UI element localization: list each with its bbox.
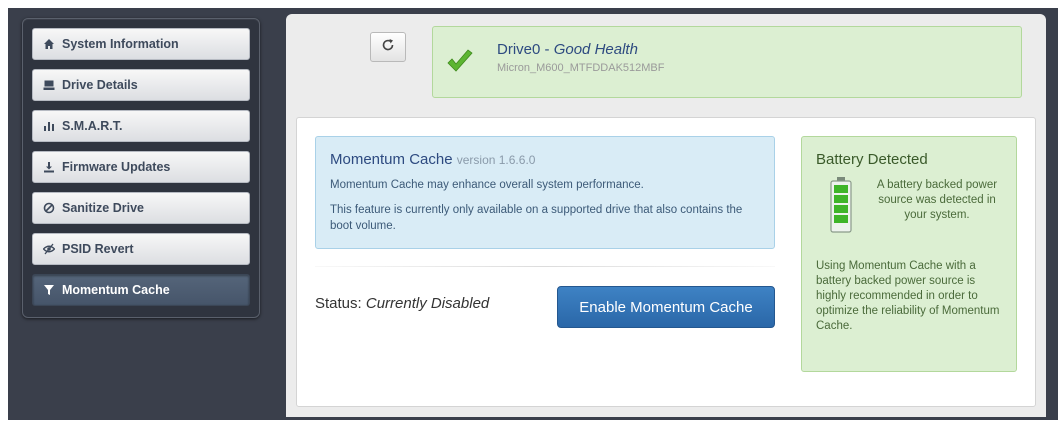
bar-chart-icon xyxy=(43,120,55,132)
sidebar: System Information Drive Details S.M.A.R… xyxy=(22,18,260,318)
momentum-version: version 1.6.6.0 xyxy=(456,153,536,167)
sidebar-item-firmware-updates[interactable]: Firmware Updates xyxy=(32,151,250,183)
refresh-icon xyxy=(381,38,395,57)
momentum-content: Momentum Cache version 1.6.6.0 Momentum … xyxy=(296,117,1036,407)
sidebar-item-label: System Information xyxy=(62,37,179,51)
sidebar-item-sanitize-drive[interactable]: Sanitize Drive xyxy=(32,192,250,224)
status-text: Status: Currently Disabled xyxy=(315,295,489,312)
drive-name: Drive0 xyxy=(497,41,541,58)
sidebar-item-momentum-cache[interactable]: Momentum Cache xyxy=(32,274,250,306)
momentum-availability-note: This feature is currently only available… xyxy=(330,204,743,232)
momentum-name: Momentum Cache xyxy=(330,151,453,168)
status-label: Status: xyxy=(315,295,362,312)
refresh-button[interactable] xyxy=(370,32,406,62)
battery-detected-text: A battery backed power source was detect… xyxy=(876,179,998,221)
drive-health-panel: Drive0 - Good Health Micron_M600_MTFDDAK… xyxy=(432,26,1022,98)
sidebar-item-label: Drive Details xyxy=(62,78,138,92)
sidebar-item-label: Firmware Updates xyxy=(62,160,171,174)
sidebar-item-smart[interactable]: S.M.A.R.T. xyxy=(32,110,250,142)
sidebar-item-label: Sanitize Drive xyxy=(62,201,144,215)
home-icon xyxy=(43,38,55,50)
battery-icon xyxy=(830,177,852,233)
divider xyxy=(315,266,775,267)
drive-separator: - xyxy=(540,41,554,58)
sidebar-item-system-information[interactable]: System Information xyxy=(32,28,250,60)
drive-health: Good Health xyxy=(553,41,638,58)
filter-icon xyxy=(43,284,55,296)
sidebar-item-label: PSID Revert xyxy=(62,242,134,256)
battery-title: Battery Detected xyxy=(816,151,928,168)
main-panel: Drive0 - Good Health Micron_M600_MTFDDAK… xyxy=(286,14,1046,417)
ban-icon xyxy=(43,202,55,214)
battery-panel: Battery Detected A battery backed power … xyxy=(801,136,1017,372)
enable-momentum-cache-button[interactable]: Enable Momentum Cache xyxy=(557,286,775,328)
sidebar-item-psid-revert[interactable]: PSID Revert xyxy=(32,233,250,265)
check-icon xyxy=(445,47,475,77)
download-icon xyxy=(43,161,55,173)
sidebar-item-label: Momentum Cache xyxy=(62,283,170,297)
eye-slash-icon xyxy=(43,243,55,255)
sidebar-item-drive-details[interactable]: Drive Details xyxy=(32,69,250,101)
battery-recommendation-text: Using Momentum Cache with a battery back… xyxy=(816,260,1000,332)
drive-model: Micron_M600_MTFDDAK512MBF xyxy=(497,62,665,74)
drive-title: Drive0 - Good Health xyxy=(497,41,638,58)
momentum-title: Momentum Cache version 1.6.6.0 xyxy=(330,151,535,168)
status-value: Currently Disabled xyxy=(365,295,490,312)
momentum-info-panel: Momentum Cache version 1.6.6.0 Momentum … xyxy=(315,136,775,249)
drive-icon xyxy=(43,79,55,91)
sidebar-item-label: S.M.A.R.T. xyxy=(62,119,123,133)
momentum-description: Momentum Cache may enhance overall syste… xyxy=(330,179,644,191)
